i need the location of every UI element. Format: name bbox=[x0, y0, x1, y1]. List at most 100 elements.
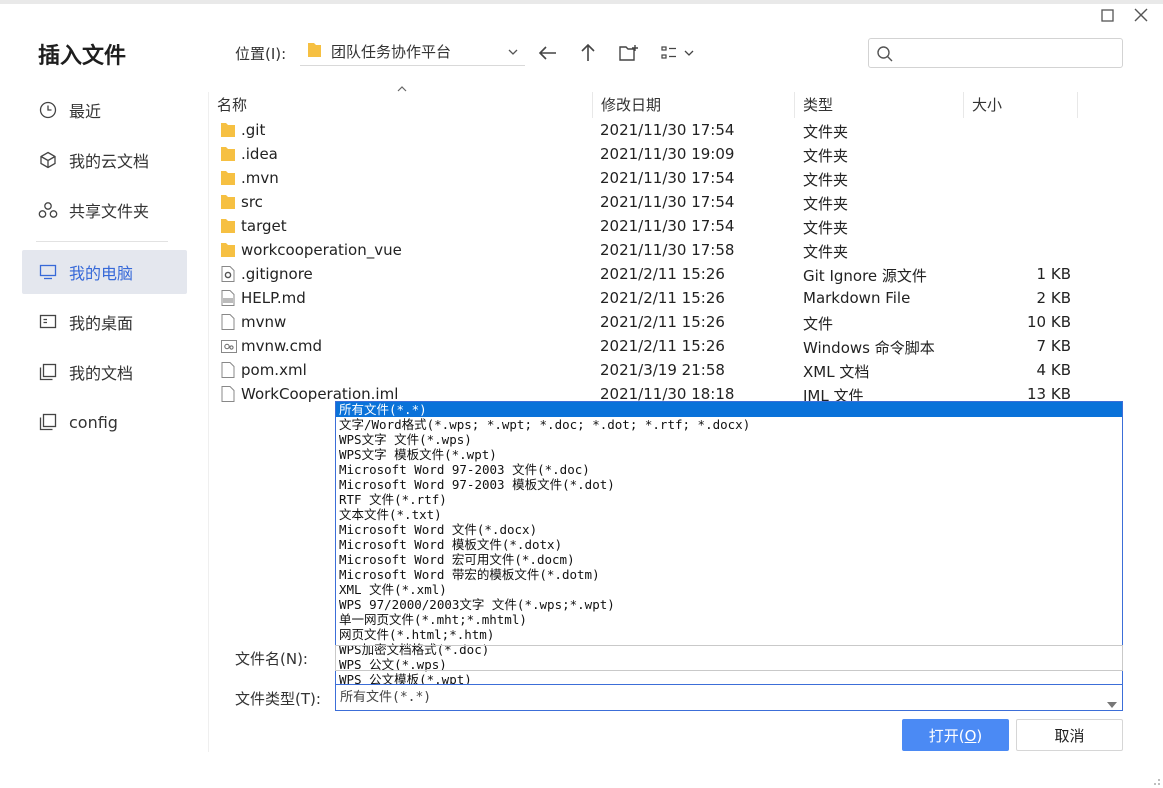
sidebar-item-desktop[interactable]: 我的桌面 bbox=[22, 300, 187, 344]
search-field[interactable] bbox=[868, 38, 1123, 68]
column-header-label: 名称 bbox=[217, 96, 248, 114]
sidebar-item-label: 最近 bbox=[69, 102, 102, 121]
file-type: 文件 bbox=[803, 315, 834, 333]
sidebar-item-cloud-docs[interactable]: 我的云文档 bbox=[22, 138, 187, 182]
file-modified-date: 2021/11/30 17:54 bbox=[600, 193, 735, 211]
file-row[interactable]: .idea 2021/11/30 19:09 文件夹 bbox=[209, 142, 1079, 166]
file-name: .idea bbox=[241, 145, 278, 163]
open-button-label: 打开(O) bbox=[929, 725, 983, 746]
file-type: XML 文档 bbox=[803, 363, 870, 381]
file-type-option[interactable]: WPS文字 文件(*.wps) bbox=[336, 432, 1122, 447]
cancel-button[interactable]: 取消 bbox=[1016, 719, 1123, 751]
search-input[interactable] bbox=[899, 42, 1114, 64]
folder-icon bbox=[308, 42, 321, 62]
file-row[interactable]: .mvn 2021/11/30 17:54 文件夹 bbox=[209, 166, 1079, 190]
file-row[interactable]: .gitignore 2021/2/11 15:26 Git Ignore 源文件 1… bbox=[209, 262, 1079, 286]
file-type-option[interactable]: Microsoft Word 模板文件(*.dotx) bbox=[336, 537, 1122, 552]
file-row[interactable]: target 2021/11/30 17:54 文件夹 bbox=[209, 214, 1079, 238]
file-icon bbox=[221, 362, 235, 378]
file-type-option[interactable]: RTF 文件(*.rtf) bbox=[336, 492, 1122, 507]
file-name: mvnw.cmd bbox=[241, 337, 323, 355]
file-type: Windows 命令脚本 bbox=[803, 339, 935, 357]
file-name: target bbox=[241, 217, 287, 235]
location-dropdown[interactable]: 团队任务协作平台 bbox=[300, 38, 525, 66]
file-type-option[interactable]: 单一网页文件(*.mht;*.mhtml) bbox=[336, 612, 1122, 627]
documents-icon bbox=[38, 362, 58, 382]
file-type: 文件夹 bbox=[803, 219, 849, 237]
file-modified-date: 2021/2/11 15:26 bbox=[600, 337, 725, 355]
file-name: pom.xml bbox=[241, 361, 307, 379]
file-modified-date: 2021/11/30 19:09 bbox=[600, 145, 735, 163]
file-type-option[interactable]: Microsoft Word 97-2003 模板文件(*.dot) bbox=[336, 477, 1122, 492]
file-type-option[interactable]: Microsoft Word 97-2003 文件(*.doc) bbox=[336, 462, 1122, 477]
file-icon bbox=[221, 314, 235, 330]
resize-grip-icon[interactable] bbox=[1151, 776, 1161, 786]
column-header-type[interactable]: 类型 bbox=[795, 92, 964, 118]
file-type: 文件夹 bbox=[803, 123, 849, 141]
file-modified-date: 2021/3/19 21:58 bbox=[600, 361, 725, 379]
chevron-down-icon bbox=[1106, 694, 1118, 719]
back-button[interactable] bbox=[535, 40, 561, 66]
folder-icon bbox=[221, 194, 235, 210]
new-folder-icon bbox=[619, 45, 638, 61]
view-mode-button[interactable] bbox=[660, 40, 698, 66]
up-button[interactable] bbox=[575, 40, 601, 66]
file-modified-date: 2021/2/11 15:26 bbox=[600, 289, 725, 307]
file-name: src bbox=[241, 193, 263, 211]
file-type-option[interactable]: Microsoft Word 宏可用文件(*.docm) bbox=[336, 552, 1122, 567]
sidebar-item-config[interactable]: config bbox=[22, 400, 187, 444]
column-header-modified[interactable]: 修改日期 bbox=[593, 92, 795, 118]
close-button[interactable] bbox=[1128, 4, 1154, 26]
sidebar-item-label: 我的电脑 bbox=[69, 264, 134, 283]
file-modified-date: 2021/11/30 17:58 bbox=[600, 241, 735, 259]
file-name: .mvn bbox=[241, 169, 279, 187]
file-type-option[interactable]: WPS 97/2000/2003文字 文件(*.wps;*.wpt) bbox=[336, 597, 1122, 612]
maximize-button[interactable] bbox=[1094, 4, 1120, 26]
open-button[interactable]: 打开(O) bbox=[902, 719, 1009, 751]
file-size: 1 KB bbox=[1036, 265, 1071, 283]
clock-icon bbox=[38, 100, 58, 120]
folder-icon bbox=[38, 412, 58, 432]
script-file-icon bbox=[221, 338, 237, 354]
cloud-doc-icon bbox=[38, 150, 58, 170]
maximize-icon bbox=[1100, 8, 1114, 22]
file-row[interactable]: workcooperation_vue 2021/11/30 17:58 文件夹 bbox=[209, 238, 1079, 262]
file-row[interactable]: src 2021/11/30 17:54 文件夹 bbox=[209, 190, 1079, 214]
sort-ascending-icon bbox=[397, 86, 407, 92]
filetype-select[interactable]: 所有文件(*.*) bbox=[335, 684, 1123, 711]
file-row[interactable]: pom.xml 2021/3/19 21:58 XML 文档 4 KB bbox=[209, 358, 1079, 382]
column-header-size[interactable]: 大小 bbox=[964, 92, 1078, 118]
file-type-option[interactable]: Microsoft Word 文件(*.docx) bbox=[336, 522, 1122, 537]
filetype-selected-value: 所有文件(*.*) bbox=[340, 690, 432, 705]
file-type-option[interactable]: WPS文字 模板文件(*.wpt) bbox=[336, 447, 1122, 462]
folder-icon bbox=[221, 146, 235, 162]
file-type-option[interactable]: Microsoft Word 带宏的模板文件(*.dotm) bbox=[336, 567, 1122, 582]
file-size: 2 KB bbox=[1036, 289, 1071, 307]
column-header-name[interactable]: 名称 bbox=[209, 86, 593, 118]
sidebar-item-recent[interactable]: 最近 bbox=[22, 88, 187, 132]
folder-icon bbox=[221, 122, 235, 138]
filename-input[interactable] bbox=[335, 645, 1123, 671]
sidebar-item-label: config bbox=[69, 412, 118, 432]
new-folder-button[interactable] bbox=[616, 40, 642, 66]
file-row[interactable]: HELP.md 2021/2/11 15:26 Markdown File 2 KB bbox=[209, 286, 1079, 310]
file-row[interactable]: mvnw.cmd 2021/2/11 15:26 Windows 命令脚本 7 KB bbox=[209, 334, 1079, 358]
arrow-up-icon bbox=[581, 43, 595, 61]
file-type-option[interactable]: 所有文件(*.*) bbox=[336, 402, 1122, 417]
sidebar-item-documents[interactable]: 我的文档 bbox=[22, 350, 187, 394]
folder-icon bbox=[221, 242, 235, 258]
file-name: workcooperation_vue bbox=[241, 241, 402, 259]
file-type-option[interactable]: XML 文件(*.xml) bbox=[336, 582, 1122, 597]
file-type-option[interactable]: 文字/Word格式(*.wps; *.wpt; *.doc; *.dot; *.… bbox=[336, 417, 1122, 432]
sidebar-item-my-computer[interactable]: 我的电脑 bbox=[22, 250, 187, 294]
shared-folder-icon bbox=[38, 200, 58, 220]
open-label-suffix: ) bbox=[976, 726, 983, 745]
sidebar-item-label: 共享文件夹 bbox=[69, 202, 150, 221]
file-type-option[interactable]: 网页文件(*.html;*.htm) bbox=[336, 627, 1122, 642]
file-row[interactable]: mvnw 2021/2/11 15:26 文件 10 KB bbox=[209, 310, 1079, 334]
sidebar-item-shared-folder[interactable]: 共享文件夹 bbox=[22, 188, 187, 232]
file-type-option[interactable]: 文本文件(*.txt) bbox=[336, 507, 1122, 522]
file-row[interactable]: .git 2021/11/30 17:54 文件夹 bbox=[209, 118, 1079, 142]
file-type: Markdown File bbox=[803, 289, 911, 307]
file-modified-date: 2021/11/30 17:54 bbox=[600, 121, 735, 139]
